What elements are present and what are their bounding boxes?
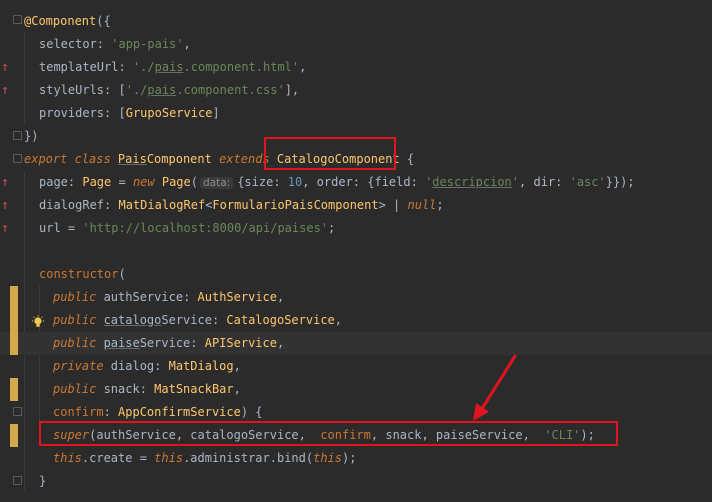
annotation-arrow [473, 354, 517, 421]
code-editor[interactable]: @Component({selector: 'app-pais', templat… [0, 0, 712, 502]
